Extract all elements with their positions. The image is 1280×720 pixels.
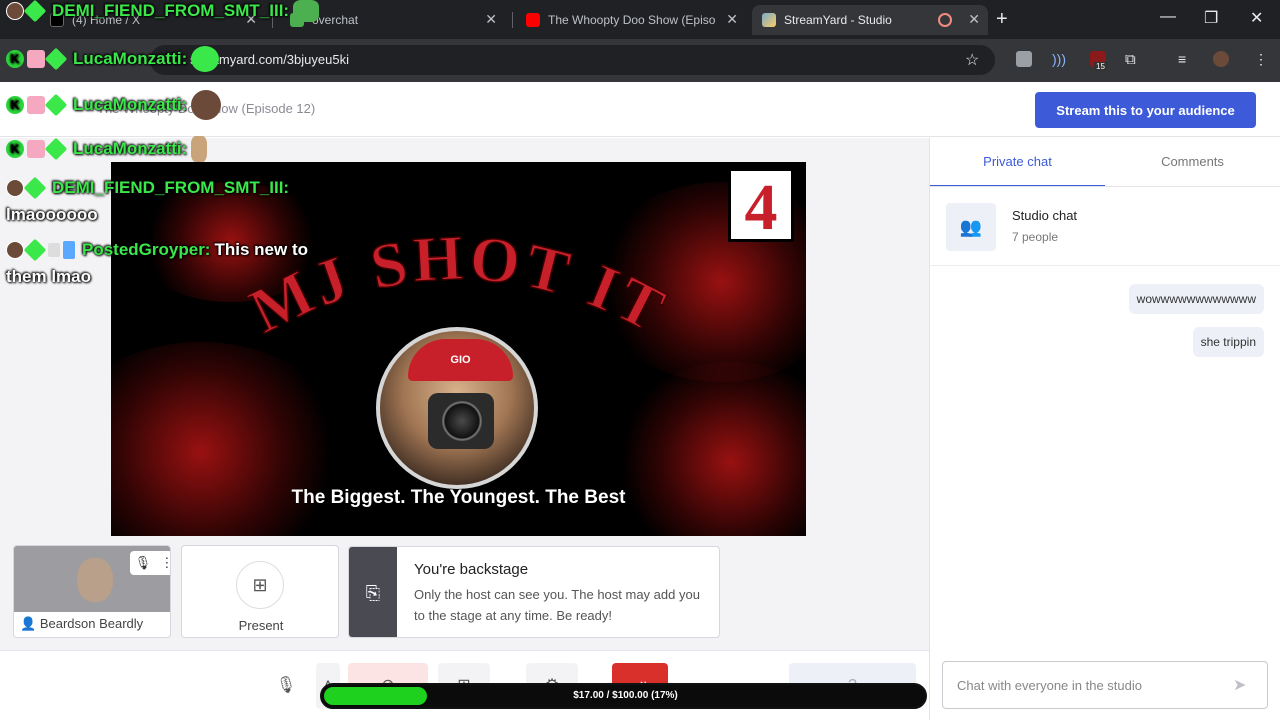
participant-tile[interactable]: 🎙 ⋮ 👤 Beardson Beardly [13,545,171,638]
send-icon[interactable]: ➤ [1233,675,1246,695]
chat-username: LucaMonzatti: [73,49,188,68]
chat-message-bubble: wowwwwwwwwwwww [1128,284,1264,314]
new-tab-icon[interactable]: + [996,8,1008,31]
studio-chat-header[interactable]: 👥 Studio chat 7 people [930,188,1280,266]
participant-name-row: 👤 Beardson Beardly [14,616,170,632]
tab-title: StreamYard - Studio [784,13,892,27]
chat-overlay-line: K LucaMonzatti: [6,46,222,72]
badge-icon [48,243,60,257]
present-label: Present [238,618,284,633]
stage-canvas: 4 MJ SHOT IT GIO The Biggest. The Younge… [111,162,806,536]
door-icon: ⎘ [349,547,397,637]
media-control-icon[interactable]: ≡ [1178,51,1194,67]
gift-badge-icon [27,140,45,158]
window-close-icon[interactable]: ✕ [1250,8,1263,28]
sword-badge-icon [63,241,75,259]
tab-separator [512,12,513,28]
extension-icon[interactable] [1016,51,1032,67]
youtube-icon [526,13,540,27]
stream-to-audience-button[interactable]: Stream this to your audience [1035,92,1256,128]
avatar [6,2,24,20]
url-field[interactable]: streamyard.com/3bjuyeu5ki [150,45,995,75]
donation-goal-bar: $17.00 / $100.00 (17%) [320,683,927,709]
cap-logo: GIO [408,339,513,381]
avatar [6,179,24,197]
audio-extension-icon[interactable]: ))) [1052,51,1068,67]
close-icon[interactable]: ✕ [485,11,497,28]
tab-streamyard[interactable]: StreamYard - Studio ✕ [752,5,988,35]
diamond-badge-icon [23,0,47,23]
chat-username: PostedGroyper: [82,240,211,259]
diamond-badge-icon [23,238,47,262]
studio-chat-title: Studio chat [1012,208,1078,223]
person-icon: 👤 [20,616,37,631]
backstage-body: Only the host can see you. The host may … [414,587,700,623]
puzzle-icon[interactable]: ⧉ [1125,51,1141,68]
chat-message-bubble: she trippin [1192,327,1264,357]
smoke-decoration [611,362,806,536]
backstage-title: You're backstage [414,561,529,578]
present-tile[interactable]: ⊞ Present [181,545,339,638]
tab-comments[interactable]: Comments [1105,139,1280,187]
chat-input[interactable] [942,661,1268,709]
studio-chat-count: 7 people [1012,230,1059,244]
tab-private-chat[interactable]: Private chat [930,139,1105,187]
close-icon[interactable]: ✕ [726,11,738,28]
camera-lens [442,401,482,441]
chat-message-line: lmaoooooo [6,205,98,225]
k-badge-icon: K [6,96,24,114]
chat-username: DEMI_FIEND_FROM_SMT_III: [52,178,290,197]
restore-icon[interactable]: ❐ [1204,8,1218,28]
chat-message: them lmao [6,267,92,286]
microphone-icon: 🎙 [275,677,297,694]
microphone-icon[interactable]: 🎙 [135,555,152,571]
more-options-icon[interactable]: ⋮ [160,555,170,571]
tab-youtube[interactable]: The Whoopty Doo Show (Episo ✕ [516,5,746,35]
people-icon: 👥 [946,203,996,251]
screen-share-icon: ⊞ [236,561,284,609]
diamond-badge-icon [44,47,68,71]
cat-emote-icon [191,136,208,162]
pepe-emote-icon [293,0,320,22]
bookmark-star-icon[interactable]: ☆ [965,50,979,70]
diamond-badge-icon [44,137,68,161]
mute-mic-button[interactable]: 🎙 [260,663,312,709]
chat-overlay-line: PostedGroyper: This new to [6,238,308,262]
backstage-notice: ⎘ You're backstage Only the host can see… [348,546,720,638]
k-badge-icon: K [6,50,24,68]
close-icon[interactable]: ✕ [968,11,980,28]
diamond-badge-icon [44,93,68,117]
chat-overlay-line: K LucaMonzatti: [6,136,210,162]
streamyard-icon [762,13,776,27]
chat-username: LucaMonzatti: [73,139,188,158]
chat-message: lmaoooooo [6,205,98,224]
divider [930,186,1280,187]
donation-text: $17.00 / $100.00 (17%) [573,690,678,701]
tile-controls: 🎙 ⋮ [130,551,170,575]
profile-avatar[interactable] [1213,51,1229,67]
participant-name: Beardson Beardly [39,616,144,631]
chat-message-line: them lmao [6,267,91,287]
stage-tagline: The Biggest. The Youngest. The Best [291,487,626,508]
diamond-badge-icon [23,176,47,200]
recording-icon [938,13,952,27]
chat-username: LucaMonzatti: [73,95,188,114]
chat-message: This new to [214,240,308,259]
participant-face [77,558,113,602]
logo-portrait: GIO [376,327,538,489]
emote-icon [191,46,220,72]
k-badge-icon: K [6,140,24,158]
minimize-icon[interactable]: — [1160,8,1176,26]
extension-badge: 15 [1094,62,1107,71]
tab-title: The Whoopty Doo Show (Episo [548,13,716,27]
menu-kebab-icon[interactable]: ⋮ [1254,51,1270,67]
chat-overlay-line: DEMI_FIEND_FROM_SMT_III: [6,0,322,23]
chat-overlay-line: K LucaMonzatti: [6,90,224,120]
chat-username: DEMI_FIEND_FROM_SMT_III: [52,1,290,20]
avatar [6,241,24,259]
gift-badge-icon [27,96,45,114]
gift-badge-icon [27,50,45,68]
chat-overlay-line: DEMI_FIEND_FROM_SMT_III: [6,176,293,200]
bear-emote-icon [191,90,222,120]
